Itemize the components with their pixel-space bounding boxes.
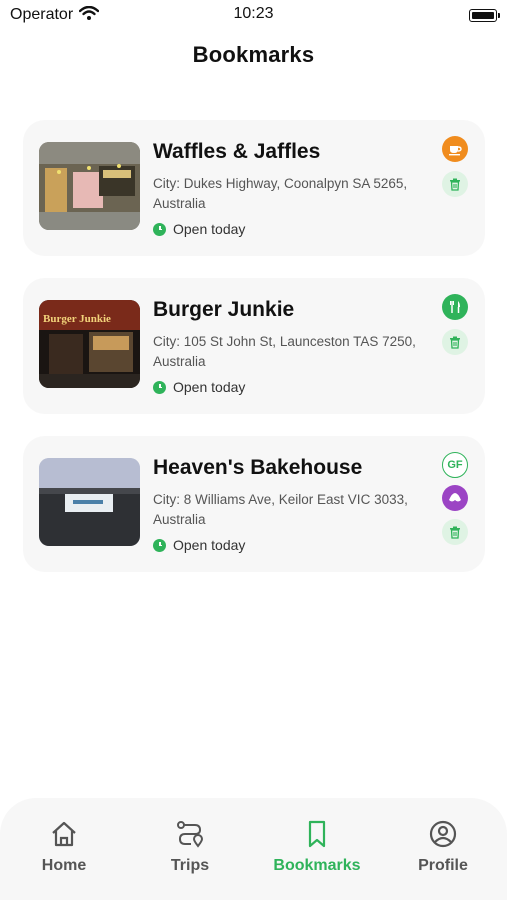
- tab-profile[interactable]: Profile: [393, 820, 493, 875]
- tab-trips-label: Trips: [170, 857, 210, 874]
- opening-status: Open today: [153, 537, 245, 553]
- place-photo: [39, 458, 140, 546]
- bookmark-card[interactable]: Waffles & Jaffles City: Dukes Highway, C…: [23, 120, 485, 256]
- page-title: Bookmarks: [192, 42, 315, 67]
- place-photo: Burger Junkie: [39, 300, 140, 388]
- opening-status-label: Open today: [173, 379, 246, 395]
- opening-status-label: Open today: [173, 537, 246, 553]
- opening-status: Open today: [153, 379, 245, 395]
- home-icon: [52, 821, 76, 847]
- delete-bookmark-button[interactable]: [442, 171, 468, 197]
- route-icon: [177, 821, 204, 848]
- svg-text:Burger Junkie: Burger Junkie: [43, 313, 111, 325]
- bookmark-icon: [308, 820, 326, 848]
- trash-icon: [450, 178, 460, 191]
- profile-icon: [429, 820, 457, 848]
- place-photo: [39, 142, 140, 230]
- trash-icon: [450, 336, 460, 349]
- delete-bookmark-button[interactable]: [442, 519, 468, 545]
- place-name: Waffles & Jaffles: [153, 140, 321, 163]
- bookmark-card[interactable]: Burger Junkie Burger Junkie City: 105 St…: [23, 278, 485, 414]
- tab-bookmarks[interactable]: Bookmarks: [267, 820, 367, 875]
- trash-icon: [450, 526, 460, 539]
- tab-home-label: Home: [41, 857, 87, 874]
- place-name: Heaven's Bakehouse: [153, 456, 363, 479]
- croissant-icon: [442, 485, 468, 511]
- tab-home[interactable]: Home: [14, 820, 114, 875]
- tab-bar: Home Trips Bookmarks Profile: [0, 798, 507, 900]
- place-name: Burger Junkie: [153, 298, 295, 321]
- gluten-free-badge: GF: [442, 452, 468, 478]
- clock-icon: [153, 538, 166, 552]
- opening-status: Open today: [153, 221, 245, 237]
- clock-icon: [153, 222, 166, 236]
- opening-status-label: Open today: [173, 221, 246, 237]
- place-address: City: Dukes Highway, Coonalpyn SA 5265, …: [153, 176, 408, 211]
- tab-bookmarks-label: Bookmarks: [273, 857, 361, 874]
- tab-profile-label: Profile: [418, 857, 468, 874]
- status-time: 10:23: [233, 5, 274, 22]
- fork-knife-icon: [442, 294, 468, 320]
- place-address: City: 8 Williams Ave, Keilor East VIC 30…: [153, 492, 408, 527]
- tab-trips[interactable]: Trips: [140, 820, 240, 875]
- delete-bookmark-button[interactable]: [442, 329, 468, 355]
- bookmark-card[interactable]: Heaven's Bakehouse City: 8 Williams Ave,…: [23, 436, 485, 572]
- coffee-cup-icon: [442, 136, 468, 162]
- place-address: City: 105 St John St, Launceston TAS 725…: [153, 334, 416, 369]
- clock-icon: [153, 380, 166, 394]
